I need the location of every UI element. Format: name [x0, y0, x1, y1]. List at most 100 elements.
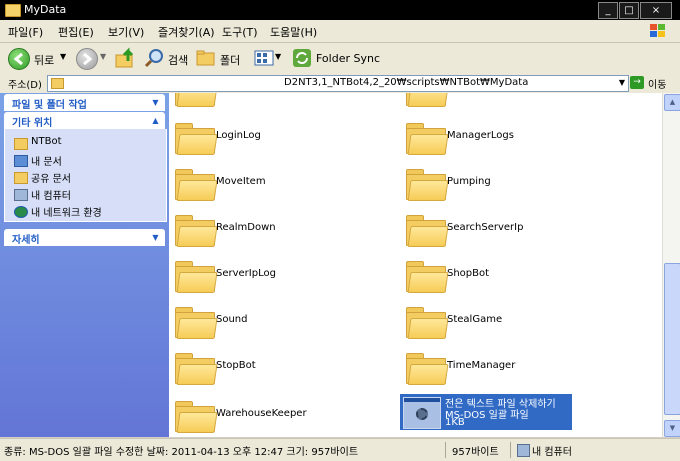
- up-folder-icon: [115, 47, 134, 68]
- folder-icon[interactable]: [406, 165, 449, 201]
- file-name[interactable]: ManagerLogs: [447, 130, 514, 141]
- search-button[interactable]: 검색: [144, 46, 192, 70]
- menu-help[interactable]: 도움말(H): [270, 24, 317, 40]
- menu-tools[interactable]: 도구(T): [222, 24, 258, 40]
- views-button[interactable]: ▼: [254, 46, 284, 70]
- folder-icon[interactable]: [175, 165, 218, 201]
- file-name[interactable]: SearchServerIp: [447, 222, 523, 233]
- file-name[interactable]: StopBot: [216, 360, 256, 371]
- network-icon: [14, 206, 28, 218]
- other-places-header[interactable]: 기타 위치 ▲: [4, 112, 165, 129]
- place-label: 내 네트워크 환경: [31, 208, 102, 219]
- place-label: 내 문서: [31, 157, 62, 168]
- documents-icon: [14, 155, 28, 167]
- file-name[interactable]: LoginLog: [216, 130, 261, 141]
- folder-sync-button[interactable]: Folder Sync: [292, 46, 382, 70]
- chevron-down-icon[interactable]: ▼: [151, 98, 160, 107]
- menu-bar: 파일(F) 편집(E) 보기(V) 즐겨찾기(A) 도구(T) 도움말(H): [0, 20, 680, 43]
- folder-icon[interactable]: [175, 119, 218, 155]
- back-label: 뒤로: [34, 54, 55, 67]
- menu-file[interactable]: 파일(F): [8, 24, 43, 40]
- menu-view[interactable]: 보기(V): [108, 24, 144, 40]
- scroll-down-icon[interactable]: ▼: [664, 420, 680, 437]
- go-label: 이동: [648, 80, 667, 91]
- forward-dropdown-icon[interactable]: ▼: [100, 52, 106, 61]
- address-folder-icon: [51, 78, 64, 89]
- file-name[interactable]: ServerIpLog: [216, 268, 276, 279]
- windows-logo-icon: [650, 24, 665, 37]
- folder-icon[interactable]: [406, 349, 449, 385]
- title-bar[interactable]: MyData _ □ ×: [0, 0, 680, 20]
- search-label: 검색: [168, 54, 189, 67]
- group-title: 파일 및 폴더 작업: [12, 100, 87, 111]
- selected-batch-file[interactable]: 전은 텍스트 파일 삭제하기 MS-DOS 일괄 파일 1KB: [400, 394, 572, 430]
- folders-button[interactable]: 폴더: [196, 46, 244, 70]
- batch-file-icon: [403, 397, 441, 429]
- computer-icon: [14, 189, 28, 201]
- back-dropdown-icon[interactable]: ▼: [60, 52, 66, 61]
- details-header[interactable]: 자세히 ▼: [4, 229, 165, 246]
- status-size: 957바이트: [452, 447, 499, 458]
- file-folder-tasks-header[interactable]: 파일 및 폴더 작업 ▼: [4, 94, 165, 111]
- folder-icon[interactable]: [175, 257, 218, 293]
- menu-favorites[interactable]: 즐겨찾기(A): [158, 24, 215, 40]
- maximize-button[interactable]: □: [619, 2, 639, 19]
- views-icon: [254, 50, 274, 66]
- status-info: 종류: MS-DOS 일괄 파일 수정한 날짜: 2011-04-13 오후 1…: [4, 447, 359, 458]
- minimize-button[interactable]: _: [598, 2, 618, 19]
- file-name[interactable]: StealGame: [447, 314, 502, 325]
- place-label: 내 컴퓨터: [31, 191, 71, 202]
- file-name[interactable]: ShopBot: [447, 268, 489, 279]
- forward-arrow-icon: [76, 48, 98, 70]
- folder-icon[interactable]: [175, 303, 218, 339]
- file-name[interactable]: MoveItem: [216, 176, 266, 187]
- address-label: 주소(D): [8, 80, 42, 91]
- place-label: NTBot: [31, 136, 62, 147]
- address-input[interactable]: D2NT3,1_NTBot4,2_20₩scripts₩NTBot₩MyData…: [47, 75, 629, 92]
- folder-icon: [14, 172, 28, 184]
- folder-icon[interactable]: [406, 257, 449, 293]
- menu-edit[interactable]: 편집(E): [58, 24, 94, 40]
- file-name[interactable]: RealmDown: [216, 222, 276, 233]
- scroll-thumb[interactable]: [664, 263, 680, 415]
- vertical-scrollbar[interactable]: ▲ ▼: [662, 93, 680, 437]
- other-places-body: NTBot 내 문서 공유 문서 내 컴퓨터 내 네트워크 환경: [4, 129, 167, 222]
- folder-icon: [14, 138, 28, 150]
- file-name[interactable]: Pumping: [447, 176, 491, 187]
- place-label: 공유 문서: [31, 174, 71, 185]
- folder-icon: [5, 4, 21, 17]
- forward-button[interactable]: ▼: [74, 46, 110, 70]
- toolbar: 뒤로 ▼ ▼ 검색 폴더 ▼ Folder Sync: [0, 43, 680, 74]
- chevron-up-icon[interactable]: ▲: [151, 116, 160, 125]
- address-path: D2NT3,1_NTBot4,2_20₩scripts₩NTBot₩MyData: [284, 77, 529, 88]
- folder-icon[interactable]: [406, 93, 449, 107]
- sync-icon: [293, 49, 311, 67]
- go-button[interactable]: → 이동: [630, 75, 676, 91]
- chevron-down-icon[interactable]: ▼: [151, 233, 160, 242]
- folders-label: 폴더: [220, 54, 241, 67]
- folder-sync-label: Folder Sync: [316, 52, 381, 65]
- folder-icon[interactable]: [406, 303, 449, 339]
- explorer-window: MyData _ □ × 파일(F) 편집(E) 보기(V) 즐겨찾기(A) 도…: [0, 0, 680, 461]
- folder-icon[interactable]: [175, 349, 218, 385]
- file-name[interactable]: WarehouseKeeper: [216, 408, 307, 419]
- close-button[interactable]: ×: [640, 2, 672, 19]
- folders-icon: [196, 50, 215, 66]
- computer-icon: [517, 444, 530, 457]
- file-name[interactable]: Sound: [216, 314, 248, 325]
- go-arrow-icon: →: [630, 76, 644, 89]
- scroll-up-icon[interactable]: ▲: [664, 94, 680, 111]
- file-name[interactable]: TimeManager: [447, 360, 515, 371]
- folder-icon[interactable]: [175, 397, 218, 433]
- address-dropdown-icon[interactable]: ▼: [619, 78, 625, 87]
- selected-file-size: 1KB: [445, 417, 465, 428]
- folder-icon[interactable]: [406, 119, 449, 155]
- folder-icon[interactable]: [406, 211, 449, 247]
- folder-icon[interactable]: [175, 93, 218, 107]
- back-button[interactable]: 뒤로 ▼: [6, 46, 68, 70]
- back-arrow-icon: [8, 48, 30, 70]
- folder-icon[interactable]: [175, 211, 218, 247]
- group-title: 기타 위치: [12, 118, 53, 129]
- task-pane: 파일 및 폴더 작업 ▼ 기타 위치 ▲ NTBot 내 문서 공유 문서 내 …: [0, 93, 169, 437]
- up-folder-button[interactable]: [114, 47, 138, 69]
